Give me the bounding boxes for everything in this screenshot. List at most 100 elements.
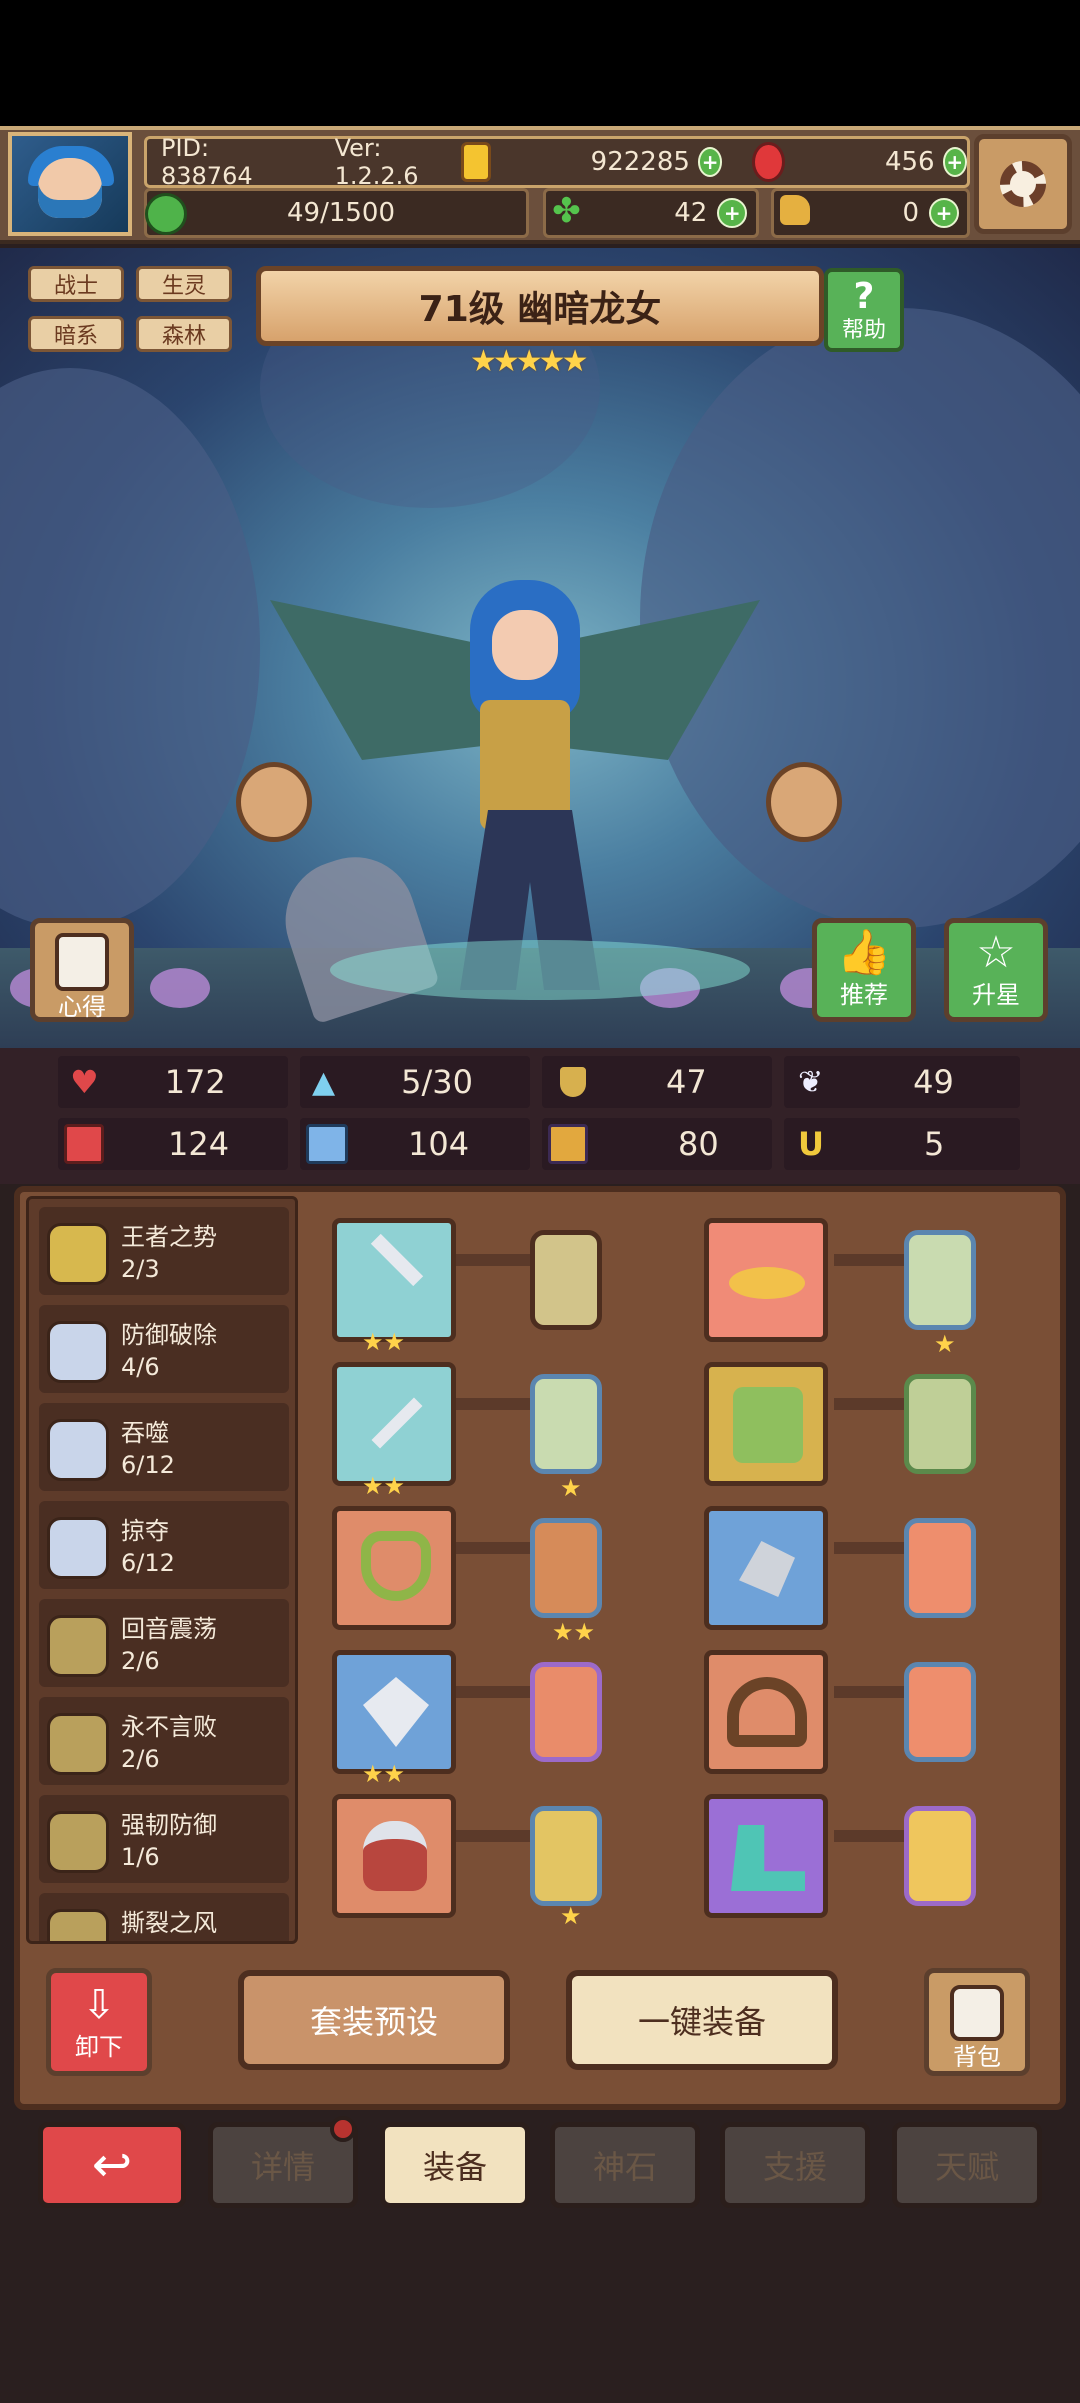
list-item[interactable]: 防御破除 4/6 [39, 1305, 289, 1393]
stamina-bar: 49/1500 [144, 188, 530, 238]
hat-slot[interactable] [704, 1218, 828, 1342]
gold-plus-button[interactable]: + [697, 147, 723, 177]
set-icon [47, 1419, 109, 1481]
slot-link [452, 1686, 532, 1698]
avatar-face [38, 158, 102, 218]
tab-support[interactable]: 支援 [720, 2122, 870, 2208]
help-button[interactable]: ? 帮助 [824, 268, 904, 352]
list-item[interactable]: 吞噬 6/12 [39, 1403, 289, 1491]
tree-left [0, 368, 260, 928]
water-drop-icon: ▲ [312, 1064, 336, 1100]
prev-hero-button[interactable] [236, 762, 312, 842]
stat-hp: ♥ 172 [58, 1056, 288, 1108]
stat-value: 104 [408, 1125, 470, 1163]
necklace-slot[interactable] [332, 1506, 456, 1630]
gem-slot[interactable] [530, 1230, 602, 1330]
wing-icon: ❦ [798, 1064, 824, 1100]
list-item[interactable]: 永不言败 2/6 [39, 1697, 289, 1785]
hero-character [270, 560, 760, 1050]
next-hero-button[interactable] [766, 762, 842, 842]
belt-icon [727, 1677, 807, 1747]
action-bar: ⇩ 卸下 套装预设 一键装备 背包 [14, 1950, 1066, 2110]
slot-link [834, 1398, 914, 1410]
stat-value: 172 [164, 1063, 226, 1101]
list-item[interactable]: 王者之势 2/3 [39, 1207, 289, 1295]
gem-slot[interactable] [904, 1806, 976, 1906]
set-count: 1/6 [121, 1843, 160, 1871]
tab-godstone[interactable]: 神石 [550, 2122, 700, 2208]
set-name: 防御破除 [121, 1321, 217, 1349]
belt-slot[interactable] [704, 1650, 828, 1774]
tag-faction: 森林 [136, 316, 232, 352]
auto-equip-button[interactable]: 一键装备 [566, 1970, 838, 2070]
stamina-icon [145, 193, 187, 235]
gem-slot[interactable] [530, 1662, 602, 1762]
gem-slot[interactable] [904, 1662, 976, 1762]
upstar-label: 升星 [972, 981, 1020, 1009]
boots-icon [731, 1825, 805, 1891]
shield-item-icon [363, 1677, 429, 1747]
settings-button[interactable] [974, 134, 1072, 234]
shield-icon [560, 1067, 586, 1097]
set-name: 强韧防御 [121, 1811, 217, 1839]
info-panel: PID: 838764 Ver: 1.2.2.6 922285 + 456 + [144, 134, 970, 190]
gem-plus-button[interactable]: + [942, 147, 967, 177]
preset-button[interactable]: 套装预设 [238, 1970, 510, 2070]
upstar-button[interactable]: ☆ 升星 [944, 918, 1048, 1022]
gem-slot[interactable] [530, 1518, 602, 1618]
bag-label: 背包 [953, 2043, 1001, 2071]
gold-value: 922285 [590, 147, 690, 177]
list-item[interactable]: 掠夺 6/12 [39, 1501, 289, 1589]
stat-attack: 124 [58, 1118, 288, 1170]
recommend-button[interactable]: 👍 推荐 [812, 918, 916, 1022]
stamina-value: 49/1500 [287, 198, 396, 228]
tab-talent[interactable]: 天赋 [892, 2122, 1042, 2208]
gold-coin-icon [461, 142, 491, 182]
list-item[interactable]: 撕裂之风 [39, 1893, 289, 1941]
gem-slot[interactable] [904, 1230, 976, 1330]
star-icon: ☆ [976, 927, 1016, 978]
helmet-slot[interactable] [332, 1794, 456, 1918]
offhand-slot[interactable] [332, 1362, 456, 1486]
hero-title: 71级 幽暗龙女 [256, 266, 824, 346]
stat-defense: 47 [542, 1056, 772, 1108]
hero-stars: ★★★★★ [470, 344, 589, 379]
set-bonus-list[interactable]: 王者之势 2/3 防御破除 4/6 吞噬 6/12 掠夺 6/12 回音震荡 2… [26, 1196, 298, 1944]
hand-plus-button[interactable]: + [929, 198, 959, 228]
set-name: 王者之势 [121, 1223, 217, 1251]
armor-slot[interactable] [704, 1362, 828, 1486]
list-item[interactable]: 强韧防御 1/6 [39, 1795, 289, 1883]
hand-value: 0 [902, 198, 919, 228]
equip-stars: ★★ [362, 1760, 406, 1788]
gem-slot[interactable] [904, 1374, 976, 1474]
hat-icon [729, 1267, 805, 1299]
avatar[interactable] [8, 132, 132, 236]
gem-slot[interactable] [530, 1806, 602, 1906]
fist-icon [64, 1124, 104, 1164]
help-label: 帮助 [841, 318, 886, 343]
horseshoe-icon: U [798, 1125, 824, 1163]
bag-icon [950, 1985, 1004, 2041]
notes-label: 心得 [58, 993, 106, 1021]
gem-stars: ★★ [552, 1618, 596, 1646]
shield-slot[interactable] [332, 1650, 456, 1774]
gear-icon [1000, 161, 1046, 207]
weapon-slot[interactable] [332, 1218, 456, 1342]
set-name: 回音震荡 [121, 1615, 217, 1643]
list-item[interactable]: 回音震荡 2/6 [39, 1599, 289, 1687]
unequip-button[interactable]: ⇩ 卸下 [46, 1968, 152, 2076]
gem-slot[interactable] [530, 1374, 602, 1474]
notes-button[interactable]: 心得 [30, 918, 134, 1022]
set-count: 2/6 [121, 1745, 160, 1773]
gauntlet-slot[interactable] [704, 1506, 828, 1630]
info-panel-row2: 49/1500 ✤ 42 + 0 + [144, 188, 970, 238]
back-button[interactable]: ↩ [38, 2122, 186, 2208]
stat-value: 5/30 [401, 1063, 473, 1101]
tab-equipment[interactable]: 装备 [380, 2122, 530, 2208]
boots-slot[interactable] [704, 1794, 828, 1918]
slot-link [834, 1686, 914, 1698]
bag-button[interactable]: 背包 [924, 1968, 1030, 2076]
equip-stars: ★★ [362, 1328, 406, 1356]
clover-plus-button[interactable]: + [717, 198, 748, 228]
gem-slot[interactable] [904, 1518, 976, 1618]
